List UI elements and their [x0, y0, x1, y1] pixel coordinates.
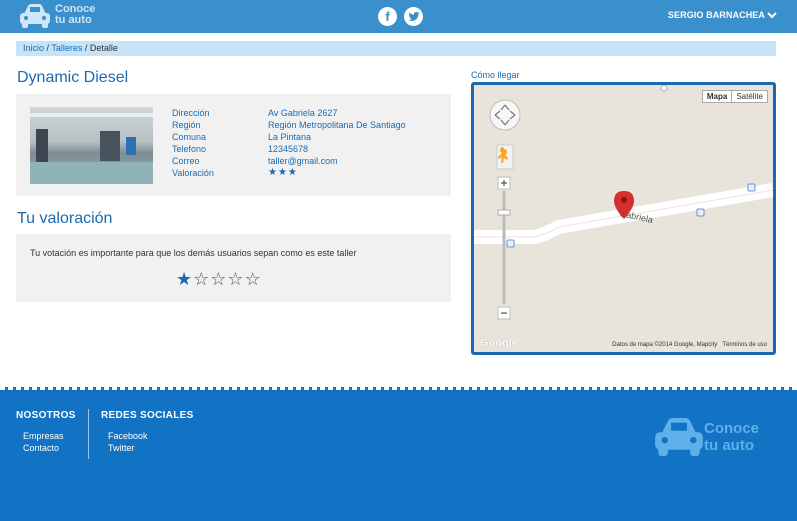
shop-title: Dynamic Diesel: [17, 69, 129, 86]
field-row-email: Correo taller@gmail.com: [172, 155, 406, 167]
shop-photo: [30, 107, 153, 184]
breadcrumb-current: Detalle: [89, 43, 118, 53]
facebook-icon[interactable]: f: [378, 7, 397, 26]
field-row-address: Dirección Av Gabriela 2627: [172, 107, 406, 119]
directions-link[interactable]: Cómo llegar: [471, 70, 520, 80]
breadcrumb-separator: /: [82, 43, 90, 53]
footer-heading: NOSOTROS: [16, 410, 76, 421]
footer-divider: [0, 387, 797, 390]
footer-logo-text: Conoce tu auto: [704, 420, 760, 454]
map-canvas: Gabriela: [474, 85, 773, 352]
shop-fields: Dirección Av Gabriela 2627 Región Región M…: [172, 107, 406, 179]
field-row-rating: Valoración ★★★: [172, 167, 406, 179]
field-row-comuna: Comuna La Pintana: [172, 131, 406, 143]
rating-section-title: Tu valoración: [17, 210, 113, 227]
map-type-toggle: Mapa Satélite: [701, 90, 768, 103]
star-1-icon[interactable]: ★: [176, 270, 192, 288]
map[interactable]: Gabriela Mapa Satélite Google Datos de m…: [471, 82, 776, 355]
field-row-region: Región Región Metropolitana De Santiago: [172, 119, 406, 131]
map-attribution: Datos de mapa ©2014 Google, Mapcity Térm…: [612, 342, 767, 348]
map-terms-link[interactable]: Términos de uso: [722, 342, 767, 348]
social-links: f: [378, 7, 423, 26]
field-label: Valoración: [172, 168, 214, 178]
rating-input: ★ ☆ ☆ ☆ ☆: [176, 270, 261, 288]
pan-control-icon: [489, 99, 521, 131]
rating-prompt: Tu votación es importante para que los d…: [30, 248, 357, 258]
user-menu[interactable]: SERGIO BARNACHEA: [668, 10, 765, 20]
star-3-icon[interactable]: ☆: [210, 270, 226, 288]
pegman-icon: [496, 144, 514, 170]
footer-link-empresas[interactable]: Empresas: [16, 430, 76, 442]
map-type-map[interactable]: Mapa: [703, 91, 733, 102]
rating-card: Tu votación es importante para que los d…: [16, 234, 451, 302]
site-logo[interactable]: Conoce tu auto: [18, 2, 98, 30]
rating-stars: ★★★: [268, 167, 298, 178]
field-value: 12345678: [268, 144, 309, 154]
email-link[interactable]: taller@gmail.com: [268, 155, 338, 167]
breadcrumb-home[interactable]: Inicio: [23, 43, 44, 53]
footer-link-twitter[interactable]: Twitter: [101, 442, 194, 454]
twitter-icon[interactable]: [404, 7, 423, 26]
google-logo: Google: [480, 337, 518, 349]
breadcrumb-talleres[interactable]: Talleres: [51, 43, 82, 53]
field-label: Región: [172, 120, 201, 130]
footer-link-contacto[interactable]: Contacto: [16, 442, 76, 454]
footer-logo[interactable]: Conoce tu auto: [652, 414, 777, 462]
footer-heading: REDES SOCIALES: [101, 410, 194, 421]
field-label: Comuna: [172, 132, 207, 142]
breadcrumb: Inicio / Talleres / Detalle: [16, 41, 776, 56]
star-5-icon[interactable]: ☆: [245, 270, 261, 288]
field-value: Av Gabriela 2627: [268, 108, 338, 118]
footer-col-about: NOSOTROS Empresas Contacto: [16, 410, 76, 454]
footer-col-social: REDES SOCIALES Facebook Twitter: [101, 410, 194, 454]
field-label: Dirección: [172, 108, 210, 118]
logo-text: Conoce tu auto: [55, 3, 96, 26]
car-icon: [655, 417, 703, 457]
field-value: La Pintana: [268, 132, 312, 142]
map-type-satellite[interactable]: Satélite: [732, 91, 767, 102]
field-value: Región Metropolitana De Santiago: [268, 120, 406, 130]
footer-link-facebook[interactable]: Facebook: [101, 430, 194, 442]
car-icon: [20, 4, 50, 28]
field-row-phone: Telefono 12345678: [172, 143, 406, 155]
star-4-icon[interactable]: ☆: [227, 270, 243, 288]
top-bar: Conoce tu auto f SERGIO BARNACHEA: [0, 0, 797, 33]
chevron-down-icon[interactable]: [767, 10, 777, 20]
star-2-icon[interactable]: ☆: [193, 270, 209, 288]
footer-column-divider: [88, 409, 89, 459]
field-label: Correo: [172, 156, 200, 166]
field-label: Telefono: [172, 144, 207, 154]
